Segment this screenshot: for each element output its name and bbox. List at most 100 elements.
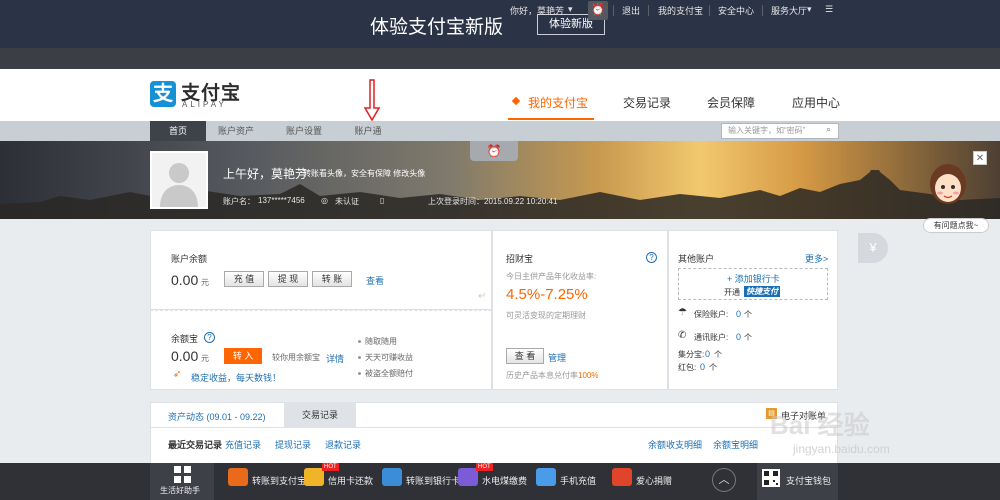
history-text: 历史产品本息兑付率100%	[506, 370, 598, 381]
chevron-up-icon[interactable]: ︿	[712, 468, 736, 492]
bullet	[358, 340, 361, 343]
security-center-link[interactable]: 安全中心	[718, 4, 754, 17]
balance-unit: 元	[201, 278, 209, 287]
recharge-button[interactable]: 充 值	[224, 271, 264, 287]
umbrella-icon: ☂	[678, 307, 687, 318]
divider	[613, 5, 614, 16]
rate-high: 7.25%	[545, 286, 588, 303]
close-icon[interactable]: ✕	[973, 151, 987, 165]
recharge-records-link[interactable]: 充值记录	[225, 438, 261, 451]
feature-item: 被盗全额赔付	[365, 369, 413, 378]
account-name-value: 137*****7456	[258, 196, 305, 205]
manage-link[interactable]: 管理	[548, 351, 566, 364]
feature-item: 随取随用	[365, 337, 397, 346]
alarm-clock-icon[interactable]: ⏰	[588, 1, 608, 20]
tab-asset-dynamics[interactable]: 资产动态 (09.01 - 09.22)	[168, 410, 266, 423]
qr-code-icon	[762, 469, 780, 487]
other-accounts-title: 其他账户	[678, 254, 715, 264]
refund-records-link[interactable]: 退款记录	[325, 438, 361, 451]
comm-count[interactable]: 0	[736, 332, 741, 342]
utility-payment-link[interactable]: 水电煤缴费	[482, 474, 527, 487]
help-bubble[interactable]: 有问题点我~	[923, 218, 989, 233]
feature-item: 天天可赚收益	[365, 353, 413, 362]
phone-icon[interactable]: ▯	[380, 196, 384, 205]
credit-card-repay-link[interactable]: 信用卡还款	[328, 474, 373, 487]
bank-card-icon[interactable]	[382, 468, 402, 486]
jifenbao-count[interactable]: 0	[705, 349, 710, 359]
help-icon[interactable]: ?	[204, 332, 215, 343]
mobile-icon[interactable]	[536, 468, 556, 486]
bullet	[358, 356, 361, 359]
cartoon-helper-icon[interactable]	[928, 162, 968, 212]
logo-english: ALIPAY	[182, 100, 227, 109]
avatar[interactable]	[150, 151, 208, 209]
logout-link[interactable]: 退出	[622, 4, 640, 17]
subnav-account-link[interactable]: 账户通	[346, 121, 390, 141]
utility-icon[interactable]	[458, 468, 478, 486]
nav-member-protection[interactable]: 会员保障	[707, 94, 755, 111]
nav-app-center[interactable]: 应用中心	[792, 94, 840, 111]
divider	[762, 5, 763, 16]
insurance-count[interactable]: 0	[736, 309, 741, 319]
yuebao-detail-link[interactable]: 详情	[326, 352, 344, 365]
transfer-alipay-icon[interactable]	[228, 468, 248, 486]
view-zhaocaibao-button[interactable]: 查 看	[506, 348, 544, 364]
change-avatar-link[interactable]: 转账看头像，安全有保障 修改头像	[303, 168, 425, 179]
user-icon: ◎	[321, 196, 328, 205]
withdraw-records-link[interactable]: 提现记录	[275, 438, 311, 451]
unverified-link[interactable]: 未认证	[335, 196, 359, 207]
hot-badge: HOT	[476, 463, 493, 471]
alarm-clock-icon[interactable]: ⏰	[470, 141, 518, 161]
transfer-button[interactable]: 转 账	[312, 271, 352, 287]
transfer-to-alipay-link[interactable]: 转账到支付宝	[252, 474, 306, 487]
transfer-to-bank-link[interactable]: 转账到银行卡	[406, 474, 460, 487]
rocket-icon: ➶	[173, 369, 182, 380]
tab-trade-records[interactable]: 交易记录	[284, 402, 356, 428]
default-avatar-icon	[160, 163, 198, 207]
unit: 个	[714, 350, 722, 359]
chevron-down-icon[interactable]: ▾	[807, 4, 812, 15]
last-login-text: 上次登录时间：2015.09.22 10:20:41	[428, 197, 558, 206]
yuebao-details-link[interactable]: 余额宝明细	[713, 438, 758, 451]
grid-icon	[174, 466, 191, 483]
yuebao-amount: 0.00	[171, 348, 199, 364]
wallet-label[interactable]: 支付宝钱包	[786, 474, 831, 487]
more-link[interactable]: 更多>	[805, 252, 828, 265]
yuan-coin-icon[interactable]: ¥	[858, 233, 888, 263]
recent-trades-link[interactable]: 最近交易记录	[168, 438, 222, 451]
greeting-label: 你好，	[510, 6, 538, 16]
jifenbao-label: 集分宝:	[678, 350, 705, 359]
mobile-recharge-link[interactable]: 手机充值	[560, 474, 596, 487]
subnav-account-settings[interactable]: 账户设置	[280, 121, 328, 141]
credit-card-icon[interactable]	[304, 468, 324, 486]
nav-trade-records[interactable]: 交易记录	[623, 94, 671, 111]
add-bank-card-link[interactable]: + 添加银行卡	[727, 272, 780, 285]
user-bar	[0, 48, 1000, 69]
help-icon[interactable]: ?	[646, 252, 657, 263]
charity-link[interactable]: 爱心捐赠	[636, 474, 672, 487]
balance-details-link[interactable]: 余额收支明细	[648, 438, 702, 451]
phone-icon: ✆	[678, 330, 687, 341]
banner-title: 体验支付宝新版	[370, 17, 504, 38]
user-name-menu[interactable]: 莫艳芳	[537, 4, 564, 17]
menu-list-icon[interactable]: ☰	[825, 4, 833, 15]
nav-my-alipay[interactable]: 我的支付宝	[528, 94, 588, 111]
my-alipay-link[interactable]: 我的支付宝	[658, 4, 703, 17]
return-arrow-icon: ↵	[478, 291, 487, 302]
heart-icon[interactable]	[612, 468, 632, 486]
yuebao-promo-link[interactable]: 稳定收益，每天数钱！	[191, 371, 281, 384]
hongbao-count[interactable]: 0	[700, 362, 705, 372]
alipay-logo-icon[interactable]: 支	[150, 81, 176, 107]
transfer-in-button[interactable]: 转 入	[224, 348, 262, 364]
search-icon[interactable]: ⌕	[826, 124, 831, 135]
subnav-account-assets[interactable]: 账户资产	[212, 121, 260, 141]
balance-card	[150, 230, 492, 310]
chevron-down-icon[interactable]: ▾	[568, 4, 573, 15]
view-balance-link[interactable]: 查看	[366, 274, 384, 287]
withdraw-button[interactable]: 提 现	[268, 271, 308, 287]
service-hall-menu[interactable]: 服务大厅	[771, 4, 807, 17]
subnav-home[interactable]: 首页	[150, 121, 206, 141]
quickpay-badge[interactable]: 快捷支付	[744, 286, 780, 297]
rate-range: 4.5%-7.25%	[506, 286, 588, 303]
search-input[interactable]: 输入关键字，如“密码”	[721, 123, 839, 139]
